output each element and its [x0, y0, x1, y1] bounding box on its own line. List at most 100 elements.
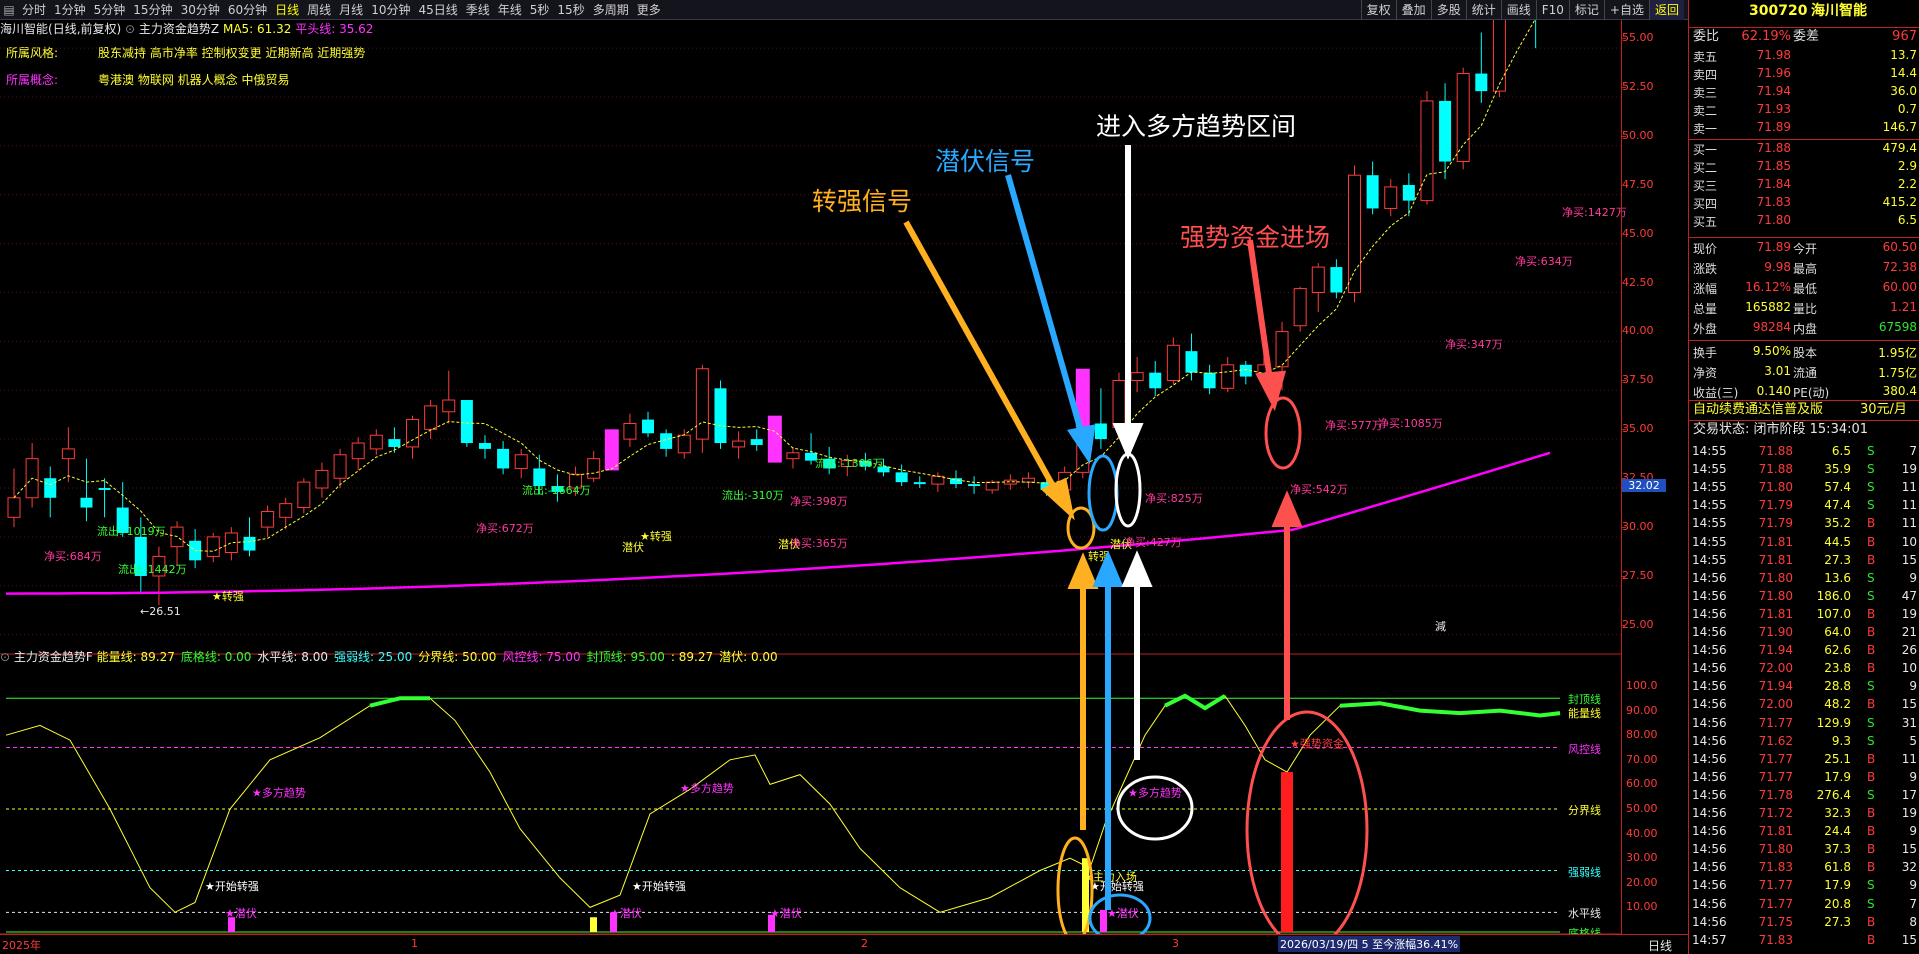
tick-side: S: [1867, 588, 1875, 603]
tick-count: 11: [1901, 516, 1917, 531]
tick-count: 47: [1901, 588, 1917, 603]
price-tick-9: 50.00: [1622, 128, 1654, 142]
sub-tick-5: 50.00: [1626, 802, 1658, 815]
tick-side: S: [1867, 787, 1875, 802]
order-buy-row-4[interactable]: 买五 71.80 6.5: [1689, 213, 1919, 231]
annotation-zhuanqiang: 转强信号: [812, 187, 913, 216]
price-tick-mark: [1622, 624, 1626, 626]
stat-row-4: 外盘 98284 内盘 67598: [1689, 320, 1919, 338]
order-sell-row-2[interactable]: 卖三 71.94 36.0: [1689, 84, 1919, 102]
tick-price: 71.77: [1758, 896, 1793, 911]
order-volume: 6.5: [1897, 213, 1917, 227]
order-volume: 2.2: [1897, 177, 1917, 191]
tick-count: 31: [1901, 715, 1917, 730]
order-label: 买三: [1693, 179, 1718, 193]
stat-label: 今开: [1793, 242, 1818, 256]
weibi-row: 委比 62.19% 委差 967: [1689, 27, 1919, 45]
tick-row: 14:56 71.77 17.9 S 9: [1689, 876, 1919, 894]
tick-time: 14:56: [1692, 769, 1727, 784]
tick-side: S: [1867, 480, 1875, 495]
price-tick-mark: [1622, 331, 1626, 333]
promo-price[interactable]: 30元/月: [1860, 401, 1907, 419]
price-tick-mark: [1622, 380, 1626, 382]
order-sell-row-4[interactable]: 卖一 71.89 146.7: [1689, 120, 1919, 138]
order-sell-row-1[interactable]: 卖四 71.96 14.4: [1689, 66, 1919, 84]
tick-price: 72.00: [1758, 697, 1793, 712]
annotation-qianfu: 潜伏信号: [935, 147, 1036, 176]
tick-price: 71.77: [1758, 715, 1793, 730]
tick-volume: 35.9: [1824, 462, 1851, 477]
order-price: 71.96: [1756, 66, 1791, 80]
tick-time: 14:56: [1692, 806, 1727, 820]
tick-row: 14:56 71.77 25.1 B 11: [1689, 750, 1919, 768]
tick-volume: 35.2: [1824, 516, 1851, 531]
annotation-layer: [903, 145, 1369, 950]
stat-value: 380.4: [1882, 384, 1917, 398]
order-label: 买二: [1693, 161, 1718, 175]
order-volume: 14.4: [1890, 66, 1917, 80]
tick-price: 71.77: [1758, 769, 1793, 784]
tick-side: B: [1867, 751, 1876, 766]
tick-row: 14:56 71.75 27.3 B 8: [1689, 913, 1919, 931]
tick-count: 15: [1901, 842, 1917, 857]
duofang-arrow: [1112, 145, 1153, 760]
promo-row[interactable]: 自动续费通达信普及版 30元/月: [1689, 400, 1919, 418]
tick-volume: 27.3: [1824, 914, 1851, 929]
tick-time: 14:55: [1692, 462, 1727, 477]
tick-count: 9: [1909, 679, 1917, 694]
tick-count: 11: [1901, 751, 1917, 766]
order-volume: 479.4: [1882, 141, 1917, 155]
tick-price: 71.88: [1758, 462, 1793, 477]
order-buy-row-1[interactable]: 买二 71.85 2.9: [1689, 159, 1919, 177]
tick-volume: 25.1: [1824, 751, 1851, 766]
tick-volume: 276.4: [1816, 787, 1851, 802]
order-volume: 36.0: [1890, 84, 1917, 98]
tick-volume: 48.2: [1824, 697, 1851, 712]
tick-side: S: [1867, 896, 1875, 911]
order-sell-row-3[interactable]: 卖二 71.93 0.7: [1689, 102, 1919, 120]
tick-row: 14:56 71.77 129.9 S 31: [1689, 714, 1919, 732]
stat-value: 71.89: [1756, 240, 1791, 254]
stat-label: PE(动): [1793, 386, 1830, 400]
qiangshi-arrow: [1247, 239, 1303, 720]
order-label: 卖五: [1693, 50, 1718, 64]
price-tick-13: 40.00: [1622, 324, 1654, 338]
tick-volume: 57.4: [1824, 480, 1851, 495]
stat-row-2: 涨幅 16.12% 最低 60.00: [1689, 280, 1919, 298]
order-price: 71.84: [1756, 177, 1791, 191]
order-label: 卖四: [1693, 68, 1718, 82]
tick-row: 14:56 71.94 62.6 B 26: [1689, 641, 1919, 659]
tick-volume: 6.5: [1831, 444, 1851, 458]
order-buy-row-2[interactable]: 买三 71.84 2.2: [1689, 177, 1919, 195]
tick-time: 14:55: [1692, 516, 1727, 531]
tick-price: 71.75: [1758, 914, 1793, 929]
order-label: 买一: [1693, 143, 1718, 157]
order-buy-row-3[interactable]: 买四 71.83 415.2: [1689, 195, 1919, 213]
promo-text[interactable]: 自动续费通达信普及版: [1693, 401, 1823, 419]
tick-row: 14:56 71.81 107.0 B 19: [1689, 605, 1919, 623]
quote-header: 300720 海川智能: [1689, 2, 1919, 22]
period-indicator[interactable]: 日线: [1648, 937, 1672, 954]
tick-row: 14:56 71.80 186.0 S 47: [1689, 587, 1919, 605]
stat-value: 16.12%: [1745, 280, 1791, 294]
tick-side: B: [1867, 661, 1876, 676]
order-label: 买四: [1693, 197, 1718, 211]
date-label-m3: 3: [1172, 937, 1179, 950]
price-tick-mark: [1622, 184, 1626, 186]
order-volume: 415.2: [1882, 195, 1917, 209]
sub-line-label-2: 风控线: [1568, 742, 1601, 756]
price-tick-8: 52.50: [1622, 80, 1654, 93]
tick-price: 71.77: [1758, 878, 1793, 893]
tick-side: S: [1867, 878, 1875, 893]
order-label: 卖三: [1693, 86, 1718, 100]
tick-row: 14:56 71.80 13.6 S 9: [1689, 569, 1919, 587]
tick-count: 9: [1909, 570, 1917, 585]
stat-row-5: 换手 9.50% 股本 1.95亿: [1689, 344, 1919, 362]
order-sell-row-0[interactable]: 卖五 71.98 13.7: [1689, 48, 1919, 66]
order-price: 71.98: [1756, 48, 1791, 62]
stat-row-1: 涨跌 9.98 最高 72.38: [1689, 260, 1919, 278]
tick-side: B: [1867, 534, 1876, 549]
tick-volume: 62.6: [1824, 643, 1851, 658]
tick-volume: 23.8: [1824, 661, 1851, 676]
order-buy-row-0[interactable]: 买一 71.88 479.4: [1689, 141, 1919, 159]
